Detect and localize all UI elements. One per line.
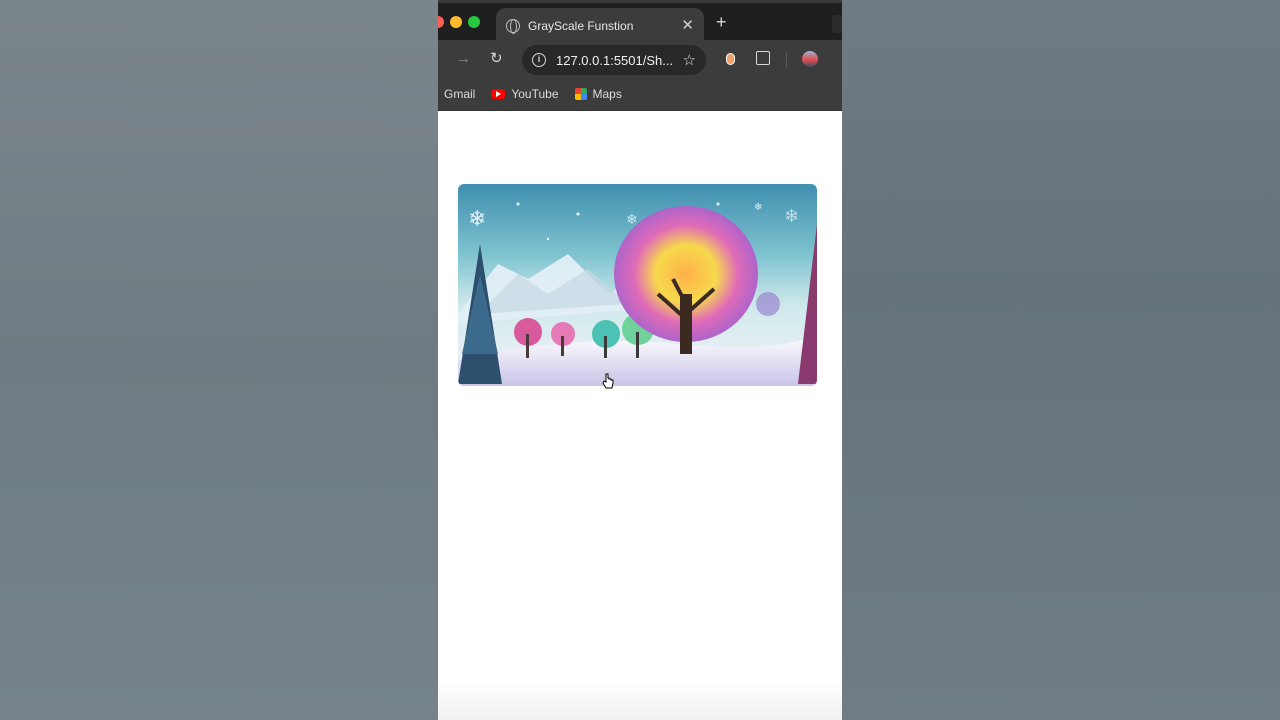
bookmark-maps[interactable]: Maps [574, 87, 622, 101]
maps-icon [574, 88, 587, 100]
reload-icon[interactable]: ↻ [490, 49, 503, 67]
youtube-icon [491, 89, 506, 99]
new-tab-button[interactable]: + [716, 12, 727, 33]
minimize-window-button[interactable] [450, 16, 462, 28]
bookmark-gmail-label: Gmail [444, 87, 476, 101]
close-tab-icon[interactable]: ✕ [681, 18, 694, 33]
profile-avatar[interactable] [802, 51, 818, 67]
toolbar-separator [786, 52, 787, 68]
svg-text:❄: ❄ [468, 206, 486, 231]
page-content: ❄ ❄ ❄ ❄ [438, 111, 842, 720]
background-right [842, 0, 1280, 720]
extension-record-icon[interactable] [726, 53, 735, 65]
maximize-window-button[interactable] [468, 16, 480, 28]
toolbar: → ↻ i 127.0.0.1:5501/Sh... ☆ ⋮ [438, 40, 842, 78]
tab-active[interactable]: GrayScale Funstion ✕ [496, 8, 704, 43]
url-text[interactable]: 127.0.0.1:5501/Sh... [556, 53, 679, 68]
browser-window: GrayScale Funstion ✕ + → ↻ i 127.0.0.1:5… [438, 0, 842, 720]
bookmark-star-icon[interactable]: ☆ [683, 51, 696, 69]
hand-cursor-icon [602, 373, 614, 389]
bottom-fade [438, 680, 842, 720]
svg-text:❄: ❄ [784, 206, 799, 226]
tab-title: GrayScale Funstion [528, 18, 634, 33]
tab-search-button[interactable] [832, 15, 842, 33]
address-bar[interactable]: i 127.0.0.1:5501/Sh... ☆ [522, 45, 706, 75]
bookmark-youtube-label: YouTube [511, 87, 559, 101]
close-window-button[interactable] [438, 16, 444, 28]
svg-text:❄: ❄ [754, 202, 762, 213]
svg-text:❄: ❄ [626, 211, 638, 227]
bookmark-gmail[interactable]: Gmail [444, 87, 475, 101]
browser-menu-icon[interactable]: ⋮ [838, 50, 842, 67]
scene-illustration: ❄ ❄ ❄ ❄ [458, 202, 817, 386]
globe-icon [506, 18, 520, 34]
background-left [0, 0, 438, 720]
site-info-icon[interactable]: i [532, 53, 546, 67]
forward-icon[interactable]: → [456, 50, 471, 67]
bookmark-maps-label: Maps [592, 87, 622, 101]
bookmarks-bar: Gmail YouTube Maps [438, 78, 842, 111]
bookmark-youtube[interactable]: YouTube [491, 87, 559, 101]
extensions-puzzle-icon[interactable] [756, 51, 770, 65]
title-bar: GrayScale Funstion ✕ + [438, 0, 842, 43]
winter-tree-image: ❄ ❄ ❄ ❄ [458, 184, 817, 386]
